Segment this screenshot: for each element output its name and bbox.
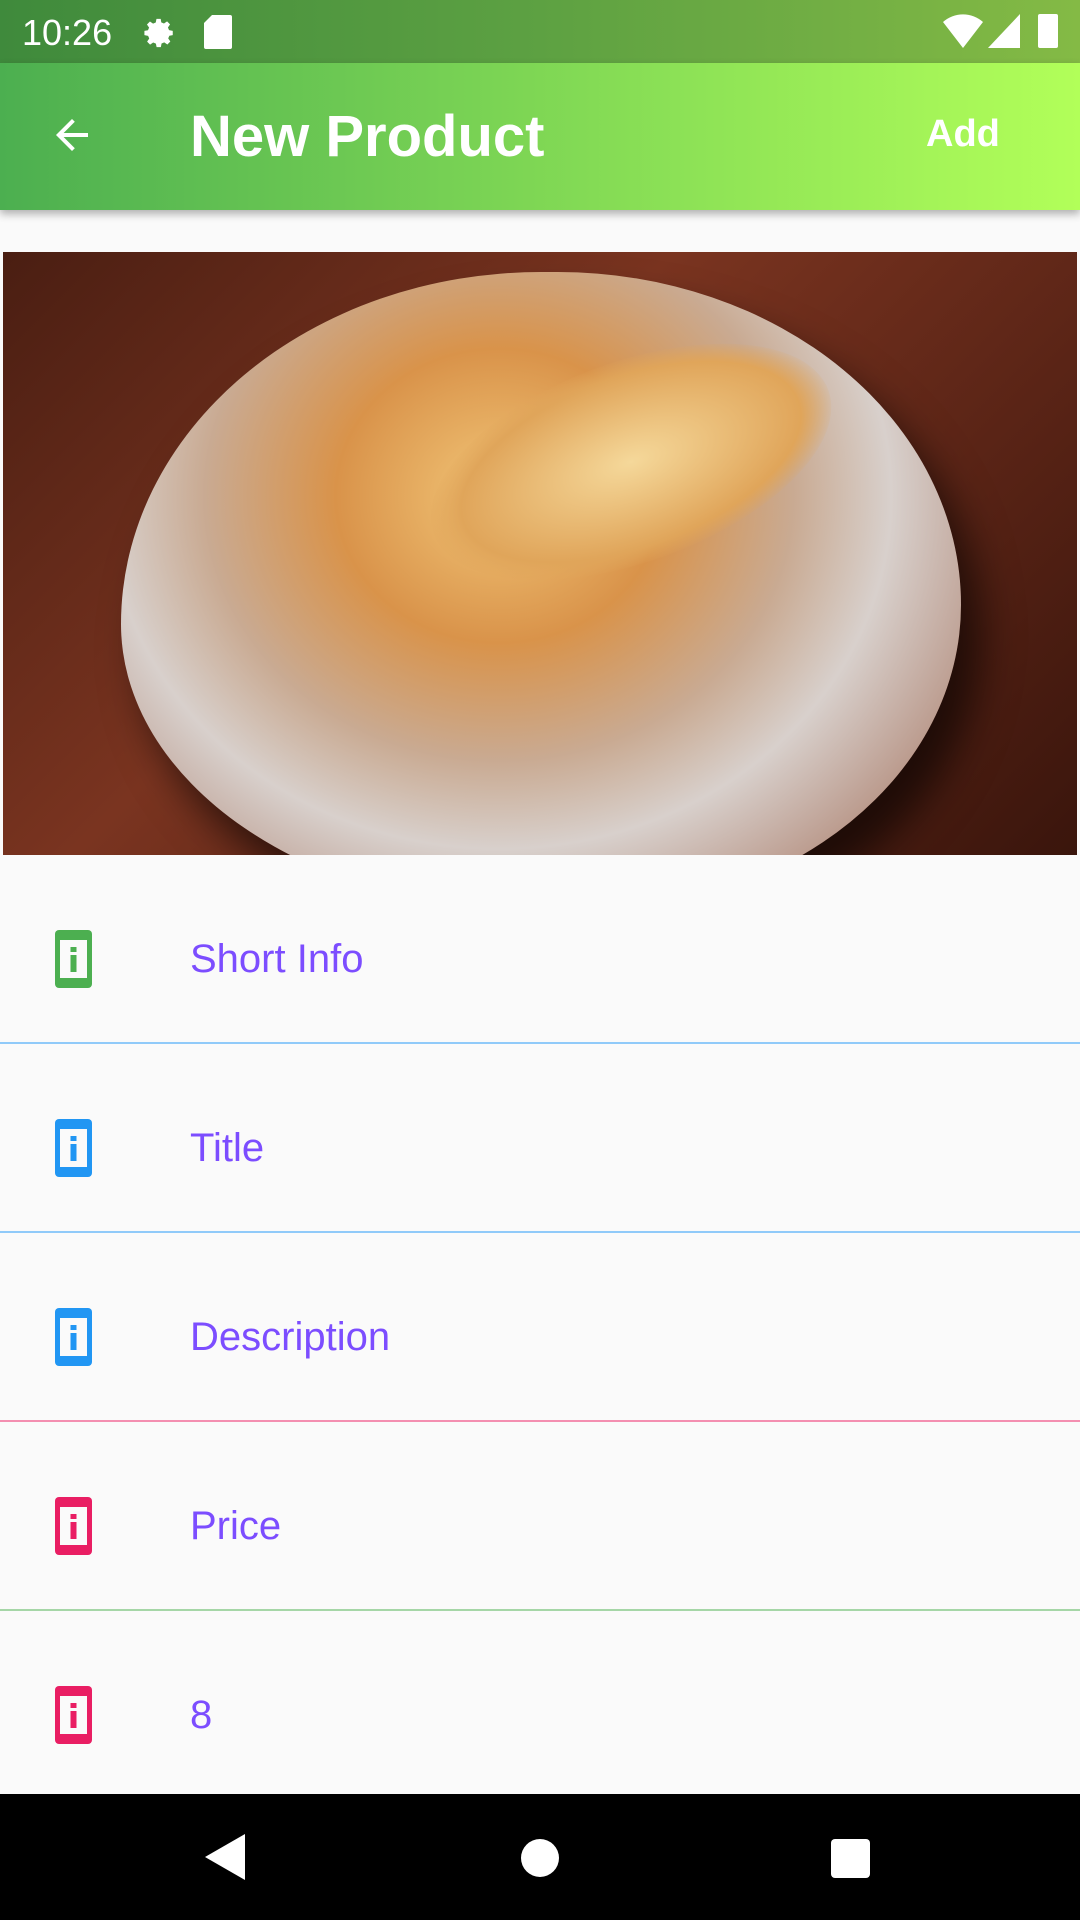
page-title: New Product	[190, 104, 545, 169]
info-icon	[55, 930, 92, 988]
product-image[interactable]	[3, 252, 1077, 855]
form-field-row[interactable]: Short Info	[0, 855, 1080, 1044]
info-icon	[55, 1686, 92, 1744]
field-label: Short Info	[190, 937, 364, 981]
arrow-back-icon[interactable]	[48, 111, 96, 159]
form-field-row[interactable]: Title	[0, 1044, 1080, 1233]
form-field-row[interactable]: Description	[0, 1233, 1080, 1422]
navigation-bar	[0, 1794, 1080, 1920]
sd-card-icon	[204, 15, 232, 49]
bread-loaf	[121, 272, 961, 855]
bread-crust	[399, 296, 863, 628]
status-time: 10:26	[22, 12, 113, 53]
info-icon	[55, 1119, 92, 1177]
gear-icon	[144, 18, 173, 48]
back-nav-icon[interactable]	[205, 1834, 245, 1880]
field-label: Price	[190, 1504, 282, 1548]
recents-nav-icon[interactable]	[831, 1839, 870, 1878]
field-label: Title	[190, 1126, 265, 1170]
form-field-row[interactable]: Price	[0, 1422, 1080, 1611]
info-icon	[55, 1497, 92, 1555]
wifi-icon	[943, 14, 983, 48]
form-field-row[interactable]: 8	[0, 1611, 1080, 1800]
field-label: Description	[190, 1315, 391, 1359]
info-icon	[55, 1308, 92, 1366]
battery-icon	[1038, 14, 1058, 48]
field-label: 8	[190, 1693, 213, 1737]
home-nav-icon[interactable]	[521, 1839, 559, 1877]
status-bar: 10:26	[0, 0, 1080, 63]
app-bar: New Product Add	[0, 63, 1080, 210]
add-button[interactable]: Add	[926, 113, 1000, 156]
signal-icon	[988, 14, 1020, 48]
